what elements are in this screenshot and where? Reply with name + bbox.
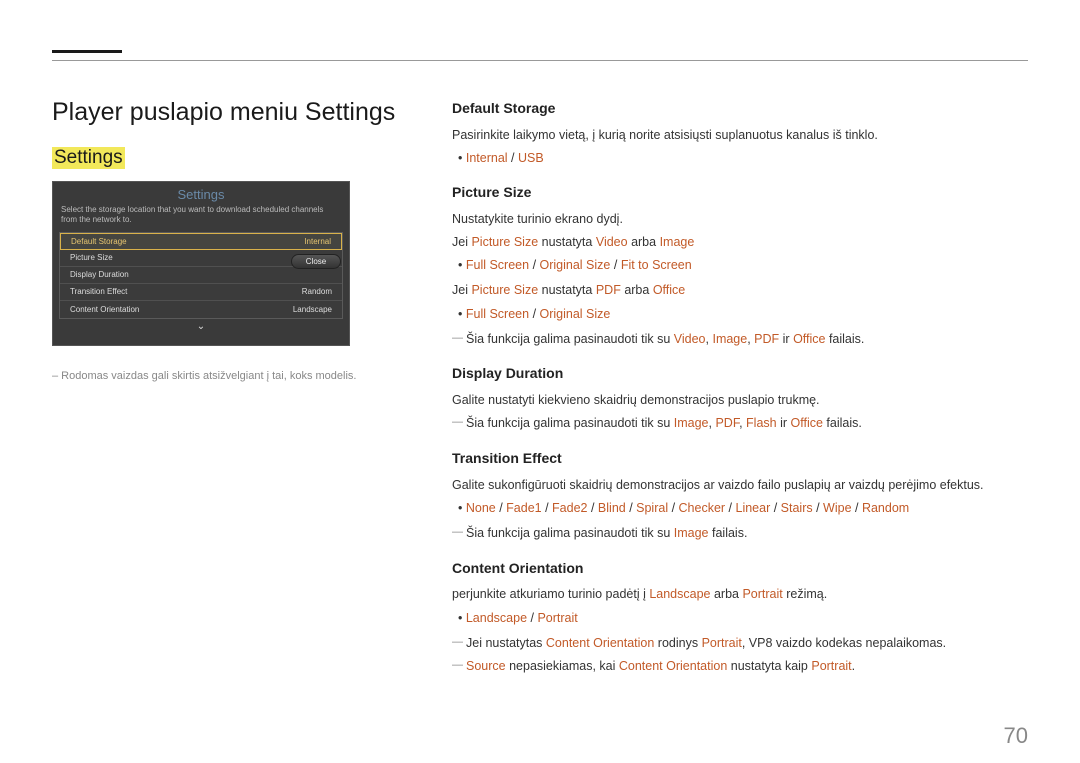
note-picture-size: Šia funkcija galima pasinaudoti tik su V…	[452, 330, 1028, 349]
figure-subtitle: Select the storage location that you wan…	[53, 205, 349, 232]
desc-default-storage: Pasirinkite laikymo vietą, į kurią norit…	[452, 126, 1028, 145]
header-accent-bar	[52, 50, 122, 53]
figure-close-button: Close	[291, 254, 341, 269]
figure-row-value: Random	[302, 287, 332, 296]
desc-transition-effect: Galite sukonfigūruoti skaidrių demonstra…	[452, 476, 1028, 495]
heading-content-orientation: Content Orientation	[452, 558, 1028, 580]
page-content: Player puslapio meniu Settings Settings …	[52, 98, 1028, 680]
options-default-storage: Internal / USB	[458, 149, 1028, 168]
desc-content-orientation: perjunkite atkuriamo turinio padėtį į La…	[452, 585, 1028, 604]
picture-size-cond-video-image: Jei Picture Size nustatyta Video arba Im…	[452, 233, 1028, 252]
figure-row-label: Display Duration	[70, 270, 129, 279]
chevron-down-icon: ⌄	[53, 319, 349, 332]
desc-picture-size: Nustatykite turinio ekrano dydį.	[452, 210, 1028, 229]
figure-row-display-duration: Display Duration	[60, 267, 342, 284]
figure-row-label: Content Orientation	[70, 305, 139, 314]
heading-display-duration: Display Duration	[452, 363, 1028, 385]
heading-transition-effect: Transition Effect	[452, 448, 1028, 470]
figure-footnote: – Rodomas vaizdas gali skirtis atsižvelg…	[52, 370, 432, 382]
picture-size-options-1: Full Screen / Original Size / Fit to Scr…	[458, 256, 1028, 275]
content-orientation-options: Landscape / Portrait	[458, 609, 1028, 628]
transition-effect-options: None / Fade1 / Fade2 / Blind / Spiral / …	[458, 499, 1028, 518]
note-display-duration: Šia funkcija galima pasinaudoti tik su I…	[452, 414, 1028, 433]
figure-row-content-orientation: Content Orientation Landscape	[60, 301, 342, 318]
figure-row-value: Internal	[304, 237, 331, 246]
heading-default-storage: Default Storage	[452, 98, 1028, 120]
left-column: Player puslapio meniu Settings Settings …	[52, 98, 452, 680]
figure-row-transition-effect: Transition Effect Random	[60, 284, 342, 301]
picture-size-cond-pdf-office: Jei Picture Size nustatyta PDF arba Offi…	[452, 281, 1028, 300]
figure-row-label: Picture Size	[70, 253, 113, 262]
figure-row-default-storage: Default Storage Internal	[60, 233, 342, 250]
heading-picture-size: Picture Size	[452, 182, 1028, 204]
figure-title: Settings	[53, 182, 349, 205]
desc-display-duration: Galite nustatyti kiekvieno skaidrių demo…	[452, 391, 1028, 410]
note-transition-effect: Šia funkcija galima pasinaudoti tik su I…	[452, 524, 1028, 543]
note-content-orientation-1: Jei nustatytas Content Orientation rodin…	[452, 634, 1028, 653]
page-title: Player puslapio meniu Settings	[52, 98, 432, 127]
right-column: Default Storage Pasirinkite laikymo viet…	[452, 98, 1028, 680]
figure-row-label: Default Storage	[71, 237, 127, 246]
section-settings-heading: Settings	[52, 147, 125, 169]
picture-size-options-2: Full Screen / Original Size	[458, 305, 1028, 324]
figure-list: Default Storage Internal Picture Size Di…	[59, 232, 343, 319]
figure-row-label: Transition Effect	[70, 287, 127, 296]
figure-row-value: Landscape	[293, 305, 332, 314]
settings-figure: Settings Select the storage location tha…	[52, 181, 350, 346]
note-content-orientation-2: Source nepasiekiamas, kai Content Orient…	[452, 657, 1028, 676]
page-number: 70	[1004, 723, 1028, 749]
header-divider	[52, 60, 1028, 61]
